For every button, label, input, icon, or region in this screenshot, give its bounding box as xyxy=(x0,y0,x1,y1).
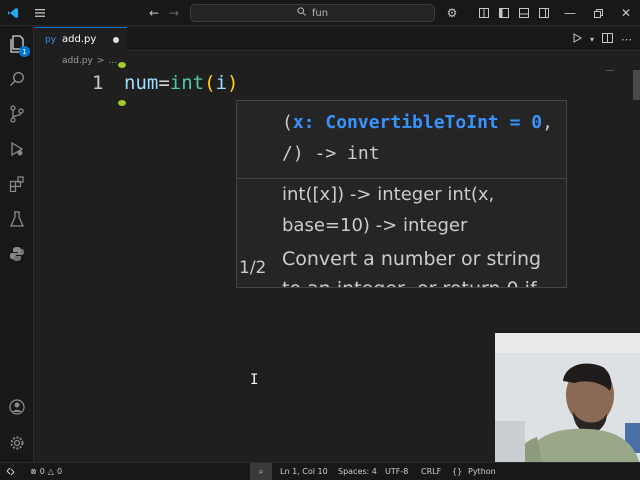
signature-help-popup: (x: ConvertibleToInt = 0, /) -> int int(… xyxy=(236,100,567,288)
token-close-paren: ) xyxy=(227,72,239,94)
split-editor-icon[interactable] xyxy=(602,32,613,46)
active-parameter: x: ConvertibleToInt = 0 xyxy=(292,112,543,133)
run-and-debug-icon[interactable] xyxy=(0,134,34,164)
command-center-search[interactable]: fun xyxy=(190,4,435,22)
code-line[interactable]: num=int(i) xyxy=(124,72,238,94)
title-bar: ← → fun ⚙ — ✕ xyxy=(0,0,640,26)
signature-description: Convert a number or string to an integer… xyxy=(282,248,542,287)
signature-overloads-doc: int([x]) -> integer int(x, base=10) -> i… xyxy=(282,184,495,236)
breadcrumb: add.py > ... xyxy=(62,54,117,68)
manage-gear-icon[interactable] xyxy=(0,428,34,458)
problems-indicator[interactable]: ⊗ 0 △ 0 xyxy=(30,463,62,480)
vscode-logo-icon xyxy=(4,0,22,26)
token-function: int xyxy=(169,72,205,94)
extensions-icon[interactable] xyxy=(0,169,34,199)
run-dropdown-chevron-icon[interactable]: ▾ xyxy=(590,35,594,44)
activity-bar: 1 xyxy=(0,26,34,462)
editor-scrollbar[interactable] xyxy=(633,70,640,100)
lightbulb-marker-bottom[interactable] xyxy=(118,100,126,106)
language-mode[interactable]: Python xyxy=(468,463,496,480)
encoding[interactable]: UTF-8 xyxy=(385,463,408,480)
search-icon xyxy=(297,7,306,19)
line-number: 1 xyxy=(92,72,104,94)
search-text: fun xyxy=(311,7,329,19)
explorer-icon[interactable]: 1 xyxy=(0,29,34,59)
python-icon[interactable] xyxy=(0,239,34,269)
zoom-icon[interactable]: ⌕ xyxy=(250,463,272,480)
mouse-ibeam-cursor-icon: I xyxy=(250,372,259,388)
signature-line: (x: ConvertibleToInt = 0, /) -> int xyxy=(282,107,562,169)
indentation[interactable]: Spaces: 4 xyxy=(338,463,377,480)
back-arrow-icon[interactable]: ← xyxy=(146,0,162,26)
remote-indicator-icon[interactable] xyxy=(6,463,15,480)
token-operator: = xyxy=(158,72,170,94)
error-icon: ⊗ xyxy=(30,467,37,476)
token-variable: num xyxy=(124,72,159,94)
end-of-line[interactable]: CRLF xyxy=(421,463,441,480)
copilot-icon[interactable]: ⚙ xyxy=(442,0,462,26)
menu-icon[interactable] xyxy=(32,0,48,26)
testing-flask-icon[interactable] xyxy=(0,204,34,234)
toggle-secondary-sidebar-icon[interactable] xyxy=(536,0,552,26)
unsaved-dot-icon[interactable] xyxy=(113,37,119,43)
cursor-position[interactable]: Ln 1, Col 10 xyxy=(280,463,328,480)
forward-arrow-icon[interactable]: → xyxy=(166,0,182,26)
breadcrumb-file[interactable]: add.py xyxy=(62,56,93,66)
editor-tab-bar: py add.py ▾ ⋯ xyxy=(35,27,640,51)
run-python-file-icon[interactable] xyxy=(572,32,582,46)
status-bar: ⊗ 0 △ 0 ⌕ Ln 1, Col 10 Spaces: 4 UTF-8 C… xyxy=(0,462,640,480)
lightbulb-marker-top[interactable] xyxy=(118,62,126,68)
overload-counter[interactable]: 1/2 xyxy=(239,258,266,278)
warning-count: 0 xyxy=(56,467,63,476)
token-argument: i xyxy=(215,72,228,94)
close-window-icon[interactable]: ✕ xyxy=(618,0,634,26)
signature-open-paren: ( xyxy=(282,112,293,133)
search-icon[interactable] xyxy=(0,64,34,94)
error-count: 0 xyxy=(39,467,45,476)
source-control-icon[interactable] xyxy=(0,99,34,129)
accounts-icon[interactable] xyxy=(0,392,34,422)
warning-icon: △ xyxy=(47,467,54,476)
explorer-badge: 1 xyxy=(19,46,30,57)
editor-actions: ▾ ⋯ xyxy=(572,27,640,51)
more-actions-icon[interactable]: ⋯ xyxy=(621,33,632,46)
tab-label: add.py xyxy=(62,34,97,45)
toggle-panel-icon[interactable] xyxy=(516,0,532,26)
breadcrumb-separator: > xyxy=(96,56,105,66)
restore-icon[interactable] xyxy=(590,0,606,26)
ruler-mark xyxy=(606,70,614,71)
python-file-icon: py xyxy=(45,34,57,45)
customize-layout-icon[interactable] xyxy=(476,0,492,26)
tab-add-py[interactable]: py add.py xyxy=(35,27,127,51)
toggle-primary-sidebar-icon[interactable] xyxy=(496,0,512,26)
minimize-icon[interactable]: — xyxy=(562,0,578,26)
webcam-video xyxy=(495,333,640,465)
language-braces-icon[interactable]: {} xyxy=(452,463,462,480)
breadcrumb-more[interactable]: ... xyxy=(108,56,117,66)
token-open-paren: ( xyxy=(204,72,216,94)
